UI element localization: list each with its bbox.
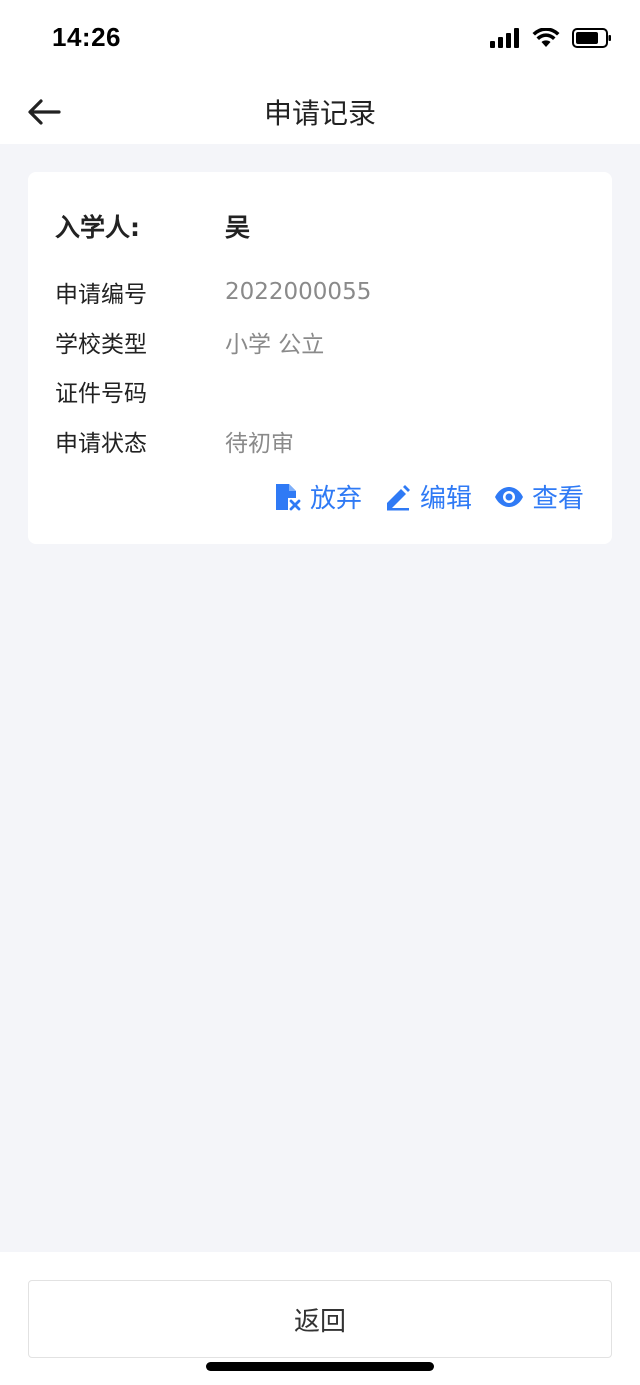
application-number-label: 申请编号: [55, 282, 147, 308]
status-time: 14:26: [52, 22, 121, 52]
home-indicator: [206, 1362, 434, 1371]
eye-icon: [494, 486, 523, 507]
abandon-button[interactable]: 放弃: [274, 478, 362, 515]
page: 14:26 申请记录 入学人: 吴 申请编号 2022000055 学校类型 小…: [0, 0, 640, 1385]
nav-bar: 申请记录: [0, 78, 640, 144]
abandon-label: 放弃: [309, 484, 362, 514]
student-name: 吴: [225, 213, 251, 242]
id-number-label: 证件号码: [55, 381, 147, 407]
status-value: 待初审: [225, 431, 294, 457]
application-record-card: 入学人: 吴 申请编号 2022000055 学校类型 小学 公立 证件号码 申…: [28, 172, 612, 544]
school-type-label: 学校类型: [55, 332, 147, 358]
status-row: 申请状态 待初审: [55, 424, 294, 458]
return-button[interactable]: 返回: [28, 1280, 612, 1358]
application-number-row: 申请编号 2022000055: [55, 275, 371, 309]
edit-label: 编辑: [419, 484, 472, 514]
status-label: 申请状态: [55, 431, 147, 457]
pencil-icon: [386, 484, 410, 510]
application-number-value: 2022000055: [225, 279, 372, 305]
signal-icon: [490, 28, 519, 48]
wifi-icon: [532, 28, 560, 47]
school-type-row: 学校类型 小学 公立: [55, 325, 324, 359]
id-number-row: 证件号码: [55, 374, 225, 408]
battery-icon: [572, 28, 611, 48]
status-icons: [490, 28, 612, 48]
view-label: 查看: [531, 484, 584, 514]
record-actions: 放弃 编辑 查看: [274, 478, 584, 515]
student-row: 入学人: 吴: [55, 208, 250, 244]
student-label: 入学人:: [55, 213, 140, 242]
edit-button[interactable]: 编辑: [384, 478, 472, 515]
view-button[interactable]: 查看: [494, 478, 584, 515]
school-type-value: 小学 公立: [225, 332, 325, 358]
file-remove-icon: [275, 483, 301, 510]
status-bar: 14:26: [0, 0, 640, 78]
page-title: 申请记录: [263, 97, 376, 130]
